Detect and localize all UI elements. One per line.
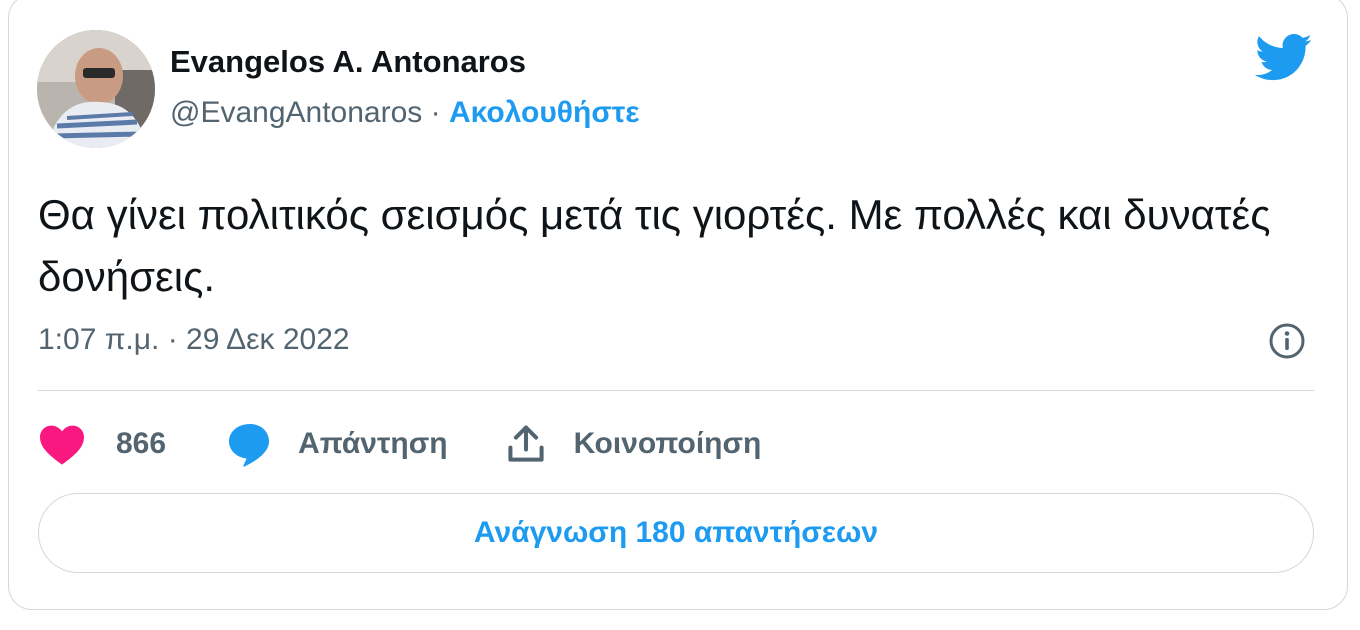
share-label: Κοινοποίηση	[573, 427, 762, 460]
reply-button[interactable]: Απάντηση	[226, 421, 448, 467]
author-handle[interactable]: @EvangAntonaros	[170, 96, 422, 129]
like-count: 866	[116, 427, 167, 460]
tweet-text: Θα γίνει πολιτικός σεισμός μετά τις γιορ…	[38, 191, 1271, 300]
follow-link[interactable]: Ακολουθήστε	[449, 96, 640, 129]
share-button[interactable]: Κοινοποίηση	[504, 421, 762, 467]
heart-icon	[38, 421, 88, 467]
info-icon[interactable]	[1268, 322, 1306, 360]
action-bar: 866 Απάντηση Κοινοποίηση	[38, 420, 761, 468]
like-button[interactable]: 866	[38, 421, 166, 467]
speech-bubble-icon	[226, 421, 276, 467]
read-replies-button[interactable]: Ανάγνωση 180 απαντήσεων	[38, 493, 1314, 573]
avatar-photo	[37, 30, 155, 148]
divider	[38, 390, 1314, 391]
author-name[interactable]: Evangelos A. Antonaros	[170, 44, 526, 80]
read-replies-label: Ανάγνωση 180 απαντήσεων	[473, 516, 879, 549]
handle-separator: ·	[422, 96, 449, 129]
tweet-timestamp[interactable]: 1:07 π.μ. · 29 Δεκ 2022	[38, 323, 350, 357]
avatar[interactable]	[37, 30, 155, 148]
twitter-bird-icon[interactable]	[1254, 34, 1313, 82]
author-handle-row: @EvangAntonaros · Ακολουθήστε	[170, 96, 639, 130]
share-upload-icon	[504, 421, 554, 467]
reply-label: Απάντηση	[298, 427, 448, 460]
